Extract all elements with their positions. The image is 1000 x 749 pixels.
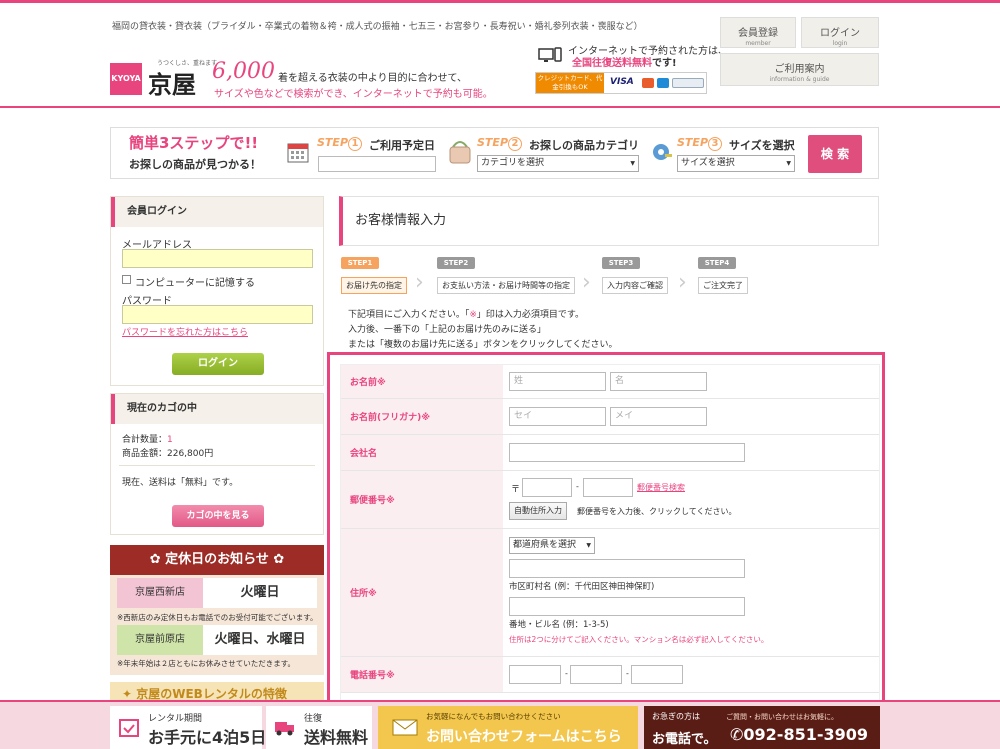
mail-icon <box>392 719 418 736</box>
step1-badge: STEP 1 <box>317 136 363 151</box>
cart-divider <box>119 465 315 466</box>
credit-card-badge: クレジットカード、代金引換もOK <box>536 73 604 93</box>
form-highlight-frame <box>327 352 885 712</box>
intro-line1: 下記項目にご入力ください。「※」印は入力必須項目です。 <box>348 310 584 320</box>
chevron-right-icon: › <box>582 270 591 295</box>
contact-label: お気軽になんでもお問い合わせください <box>426 712 561 721</box>
step3-label: サイズを選択 <box>729 139 795 152</box>
brand-name[interactable]: 京屋 <box>148 65 196 100</box>
jcb-icon <box>657 78 669 88</box>
shop-maebaru: 京屋前原店 火曜日、水曜日 <box>117 625 317 655</box>
holiday-note2: ※年末年始は２店ともにお休みさせていただきます。 <box>117 659 296 668</box>
progress-step4-tag: STEP4 <box>698 257 736 269</box>
pc-phone-icon <box>538 47 562 62</box>
intro-line2: 入力後、一番下の「上記のお届け先のみに送る」 <box>348 325 547 335</box>
password-input[interactable] <box>122 305 313 324</box>
shipping-label: 往復 <box>304 714 323 724</box>
search-button[interactable]: 検 索 <box>808 135 862 173</box>
three-step-search: 簡単3ステップで!! お探しの商品が見つかる！ STEP 1 ご利用予定日 STE… <box>110 127 879 179</box>
progress-step3: 入力内容ご確認 <box>602 277 668 294</box>
visa-logo: VISA <box>610 77 634 87</box>
chevron-right-icon: › <box>678 270 687 295</box>
member-register-button[interactable]: 会員登録 member <box>720 17 796 48</box>
cart-panel: 現在のカゴの中 合計数量：1 商品金額：226,800円 現在、送料は「無料」で… <box>110 393 324 535</box>
fixed-footer-bar: レンタル期間 お手元に4泊5日 往復 送料無料 お気軽になんでもお問い合わせくだ… <box>0 700 1000 749</box>
remember-label: コンピューターに記憶する <box>135 278 255 289</box>
remember-checkbox[interactable] <box>122 275 131 284</box>
shop-nishijin: 京屋西新店 火曜日 <box>117 578 317 608</box>
shop-holiday: 火曜日、水曜日 <box>214 632 306 647</box>
logo-mark[interactable]: KYOYA <box>110 63 142 95</box>
step2-badge: STEP 2 <box>477 136 523 151</box>
shop-holiday: 火曜日 <box>240 585 280 600</box>
phone-sublabel: ご質問・お問い合わせはお気軽に。 <box>726 713 838 721</box>
rental-value: お手元に4泊5日 <box>148 728 267 747</box>
truck-icon <box>275 722 294 736</box>
shop-name: 京屋西新店 <box>117 578 203 608</box>
bag-icon <box>449 141 471 164</box>
member-login-panel: 会員ログイン メールアドレス コンピューターに記憶する パスワード パスワードを… <box>110 196 324 386</box>
contact-value: お問い合わせフォームはこちら <box>426 729 622 745</box>
login-panel-title: 会員ログイン <box>111 197 323 227</box>
progress-step2-tag: STEP2 <box>437 257 475 269</box>
calendar-icon <box>287 143 309 163</box>
step1-label: ご利用予定日 <box>369 139 435 152</box>
page-title: お客様情報入力 <box>339 196 879 246</box>
phone-pre: お電話で。 <box>652 732 717 747</box>
free-shipping-banner: 往復 送料無料 <box>266 706 372 749</box>
progress-step4: ご注文完了 <box>698 277 748 294</box>
shipping-value: 送料無料 <box>304 728 369 747</box>
shop-name: 京屋前原店 <box>117 625 203 655</box>
slogan-line2: サイズや色などで検索ができ、インターネットで予約も可能。 <box>214 89 493 100</box>
phone-number: ✆092-851-3909 <box>730 725 869 744</box>
payment-methods: クレジットカード、代金引換もOK VISA <box>535 72 707 94</box>
category-select[interactable]: カテゴリを選択 <box>477 155 639 172</box>
progress-step3-tag: STEP3 <box>602 257 640 269</box>
progress-step2: お支払い方法・お届け時間等の指定 <box>437 277 575 294</box>
measuring-tape-icon <box>653 144 672 160</box>
free-shipping-text: 全国往復送料無料です! <box>572 58 677 69</box>
size-select[interactable]: サイズを選択 <box>677 155 795 172</box>
header-tagline: 福岡の貸衣装・貸衣装（ブライダル・卒業式の着物＆袴・成人式の振袖・七五三・お宮参… <box>112 22 643 32</box>
search-title: 簡単3ステップで!! <box>129 134 259 152</box>
holiday-title: ✿ 定休日のお知らせ ✿ <box>110 545 324 575</box>
step3-badge: STEP 3 <box>677 136 723 151</box>
view-cart-button[interactable]: カゴの中を見る <box>172 505 264 527</box>
cart-amount: 商品金額：226,800円 <box>122 449 214 459</box>
diners-club-icon <box>672 78 704 88</box>
mastercard-icon <box>642 78 654 88</box>
slogan-line1: 着を超える衣装の中より目的に合わせて、 <box>278 73 467 84</box>
calendar-check-icon <box>119 719 139 737</box>
item-count: 6,000 <box>212 59 275 84</box>
date-input[interactable] <box>318 156 436 172</box>
site-header: 福岡の貸衣装・貸衣装（ブライダル・卒業式の着物＆袴・成人式の振袖・七五三・お宮参… <box>0 3 1000 108</box>
phone-label: お急ぎの方は <box>652 712 700 721</box>
forgot-password-link[interactable]: パスワードを忘れた方はこちら <box>122 325 248 338</box>
cart-panel-title: 現在のカゴの中 <box>111 394 323 424</box>
intro-line3: または「複数のお届け先に送る」ボタンをクリックしてください。 <box>348 340 618 350</box>
search-subtitle: お探しの商品が見つかる！ <box>129 158 261 171</box>
sidebar-login-button[interactable]: ログイン <box>172 353 264 375</box>
step2-label: お探しの商品カテゴリ <box>529 139 639 152</box>
phone-banner[interactable]: お急ぎの方は ご質問・お問い合わせはお気軽に。 お電話で。 ✆092-851-3… <box>644 706 880 749</box>
holiday-note1: ※西新店のみ定休日もお電話でのお受付可能でございます。 <box>117 613 318 622</box>
guide-button[interactable]: ご利用案内 information & guide <box>720 53 879 86</box>
login-button[interactable]: ログイン login <box>801 17 879 48</box>
contact-form-button[interactable]: お気軽になんでもお問い合わせください お問い合わせフォームはこちら <box>378 706 638 749</box>
rental-label: レンタル期間 <box>148 714 203 724</box>
rental-period-banner: レンタル期間 お手元に4泊5日 <box>110 706 266 749</box>
cart-shipping-note: 現在、送料は「無料」です。 <box>122 478 239 488</box>
progress-step1-tag: STEP1 <box>341 257 379 269</box>
progress-step1: お届け先の指定 <box>341 277 407 294</box>
email-input[interactable] <box>122 249 313 268</box>
cart-count: 合計数量：1 <box>122 435 173 445</box>
chevron-right-icon: › <box>415 270 424 295</box>
